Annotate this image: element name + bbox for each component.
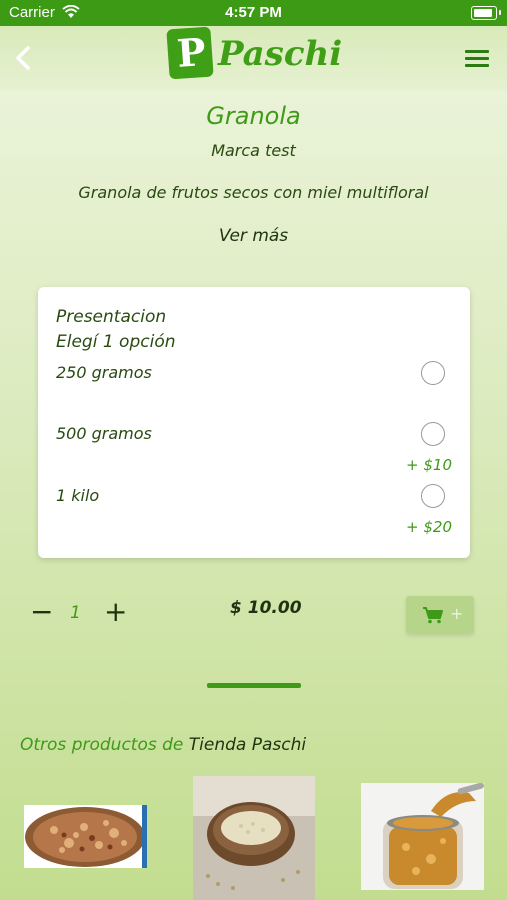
other-products-heading: Otros productos de Tienda Paschi <box>20 735 306 755</box>
logo-mark: P <box>166 26 214 80</box>
clock: 4:57 PM <box>225 4 282 21</box>
option-label: 1 kilo <box>56 486 100 505</box>
add-to-cart-button[interactable]: + <box>406 596 474 634</box>
product-thumbnail-granola[interactable] <box>24 805 147 868</box>
other-products-label: Otros productos de <box>20 735 184 755</box>
option-label: 250 gramos <box>56 363 152 382</box>
option-radio-250[interactable] <box>421 361 445 385</box>
add-plus-label: + <box>450 604 464 623</box>
option-radio-1kg[interactable] <box>421 484 445 508</box>
store-name[interactable]: Tienda Paschi <box>189 735 306 755</box>
option-extra-price: + $10 <box>406 456 452 474</box>
product-brand: Marca test <box>211 141 296 160</box>
presentation-instruction: Elegí 1 opción <box>56 332 176 352</box>
product-title: Granola <box>206 102 301 130</box>
decrease-quantity-button[interactable]: − <box>30 598 53 626</box>
battery-icon <box>471 6 501 20</box>
logo-wordmark: Paschi <box>218 34 343 74</box>
cart-icon <box>423 607 443 624</box>
presentation-card: Presentacion Elegí 1 opción 250 gramos 5… <box>38 287 470 558</box>
product-thumbnail-seeds[interactable] <box>193 776 315 900</box>
app-header: P Paschi <box>0 26 507 90</box>
status-bar: Carrier 4:57 PM <box>0 0 507 26</box>
option-extra-price: + $20 <box>406 518 452 536</box>
presentation-heading: Presentacion <box>56 307 167 327</box>
total-price: $ 10.00 <box>230 598 302 618</box>
option-label: 500 gramos <box>56 424 152 443</box>
increase-quantity-button[interactable]: + <box>104 598 127 626</box>
product-thumbnail-jam[interactable] <box>361 783 484 890</box>
quantity-value: 1 <box>70 603 81 623</box>
option-radio-500[interactable] <box>421 422 445 446</box>
see-more-link[interactable]: Ver más <box>0 226 507 246</box>
product-description: Granola de frutos secos con miel multifl… <box>78 183 429 202</box>
back-chevron-icon[interactable] <box>10 40 40 76</box>
section-divider <box>207 683 301 688</box>
hamburger-menu-icon[interactable] <box>465 50 489 68</box>
